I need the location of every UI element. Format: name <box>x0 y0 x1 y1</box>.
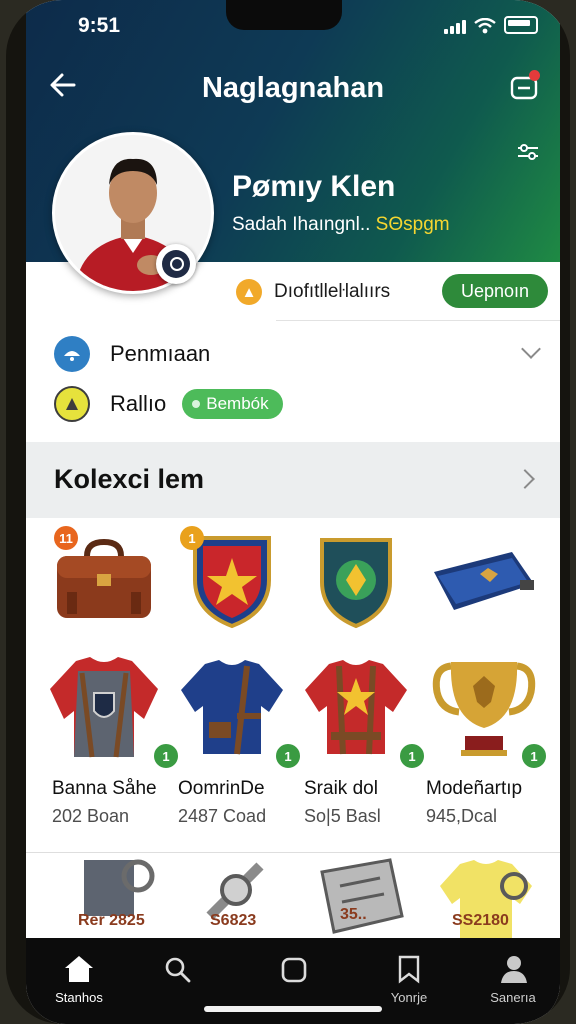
home-indicator <box>204 1006 382 1012</box>
menu-row-penmiaan[interactable]: Penmıaan <box>54 332 544 376</box>
avatar-badge <box>156 244 196 284</box>
collection-item-briefcase[interactable]: 11 <box>40 520 168 640</box>
nav-label: Sanerıa <box>490 990 536 1005</box>
collection-header[interactable]: Kolexci lem <box>26 442 560 518</box>
trophy-icon <box>432 662 536 756</box>
divider <box>276 320 560 321</box>
collection-item-bottom-1[interactable]: Rer 2825 <box>50 856 178 938</box>
shield-emblem-icon <box>320 538 392 629</box>
battery-icon <box>504 16 538 34</box>
collection-item-shirt-red[interactable]: 1 <box>292 648 426 770</box>
profile-icon <box>501 956 527 983</box>
page-title: Naglagnahan <box>201 72 385 104</box>
menu-row-label: Rallıo <box>110 391 167 416</box>
item-label: S6823 <box>210 912 257 929</box>
item-name: OomrinDe <box>178 778 265 799</box>
filter-button[interactable] <box>516 142 540 167</box>
search-icon <box>165 957 191 983</box>
collection-item-bottom-3[interactable]: 35.. <box>296 856 424 938</box>
menu-row-rallio[interactable]: Rallıo Bembók <box>54 382 544 426</box>
stat-row: ▲ Dıofıtlleŀlalıırs Uepnoın <box>236 272 548 312</box>
collection-title: Kolexci lem <box>54 464 205 494</box>
collection-item-wallet[interactable] <box>420 520 548 640</box>
notification-dot <box>529 70 540 81</box>
collection-item-bottom-2[interactable]: S6823 <box>176 856 304 938</box>
item-price: 2487 Coad <box>178 806 267 826</box>
jersey-icon <box>181 660 283 755</box>
collection-item-bottom-4[interactable]: SS2180 <box>422 856 550 938</box>
stat-action-button[interactable]: Uepnoın <box>442 274 548 308</box>
status-time: 9:51 <box>78 14 121 37</box>
status-icons <box>444 16 538 34</box>
nav-item-profile[interactable]: Sanerıa <box>460 938 560 1024</box>
collection-item-trophy[interactable]: 1 <box>420 648 548 770</box>
home-icon <box>65 956 93 982</box>
collection-item-shirt-blue[interactable]: 1 <box>168 648 302 770</box>
warning-icon: ▲ <box>236 279 262 305</box>
radio-icon <box>54 386 90 422</box>
stat-label: Dıofıtlleŀlalıırs <box>274 281 391 302</box>
nav-label: Yonrje <box>390 990 428 1005</box>
collection-item-vest-grey[interactable]: 1 <box>40 648 180 770</box>
profile-subtitle: Sadah Ihaıngnl.. SΘspgm <box>232 214 450 236</box>
wifi-icon <box>474 18 496 34</box>
item-price: So|5 Basl <box>304 806 381 826</box>
square-icon <box>281 957 307 983</box>
rank-badge: 1 <box>180 526 204 550</box>
item-label: Rer 2825 <box>78 912 145 929</box>
jersey-icon <box>305 660 407 755</box>
rank-badge: 11 <box>54 526 78 550</box>
item-name: Sraik dol <box>304 778 378 799</box>
collection-item-crest-green[interactable] <box>292 520 420 640</box>
filter-icon <box>518 144 538 160</box>
status-pill[interactable]: Bembók <box>182 389 283 419</box>
chevron-right-icon <box>515 469 535 489</box>
app-screen: 9:51 Naglagnahan Pømıy Klen Sadah Ihaıng… <box>26 0 560 1024</box>
item-name: Banna Såhe <box>52 778 157 799</box>
item-label: SS2180 <box>452 912 509 929</box>
chest-icon <box>320 858 404 934</box>
item-price: 945,Dcal <box>426 806 498 826</box>
nav-label: Stanhos <box>55 990 103 1005</box>
notification-icon <box>54 336 90 372</box>
phone-frame: 9:51 Naglagnahan Pømıy Klen Sadah Ihaıng… <box>6 0 570 1024</box>
nav-item-home[interactable]: Stanhos <box>26 938 132 1024</box>
item-label: 35.. <box>340 906 367 923</box>
collection-item-crest-red[interactable]: 1 <box>168 520 296 640</box>
profile-subtitle-highlight: SΘspgm <box>375 214 450 235</box>
jersey-icon <box>50 657 158 758</box>
profile-subtitle-text: Sadah Ihaıngnl.. <box>232 214 371 235</box>
bookmark-icon <box>398 955 420 984</box>
camera-notch <box>226 0 342 30</box>
item-price: 202 Boan <box>52 806 130 826</box>
wallet-icon <box>434 552 534 610</box>
owned-badge: 1 <box>520 742 548 770</box>
menu-row-label: Penmıaan <box>110 341 211 366</box>
notifications-button[interactable] <box>508 70 542 104</box>
chevron-down-icon[interactable] <box>521 339 541 359</box>
divider <box>26 852 560 853</box>
profile-name: Pømıy Klen <box>232 170 396 203</box>
team-icon <box>162 250 190 278</box>
item-name: Modeñartıp <box>426 778 523 799</box>
signal-icon <box>444 20 466 34</box>
